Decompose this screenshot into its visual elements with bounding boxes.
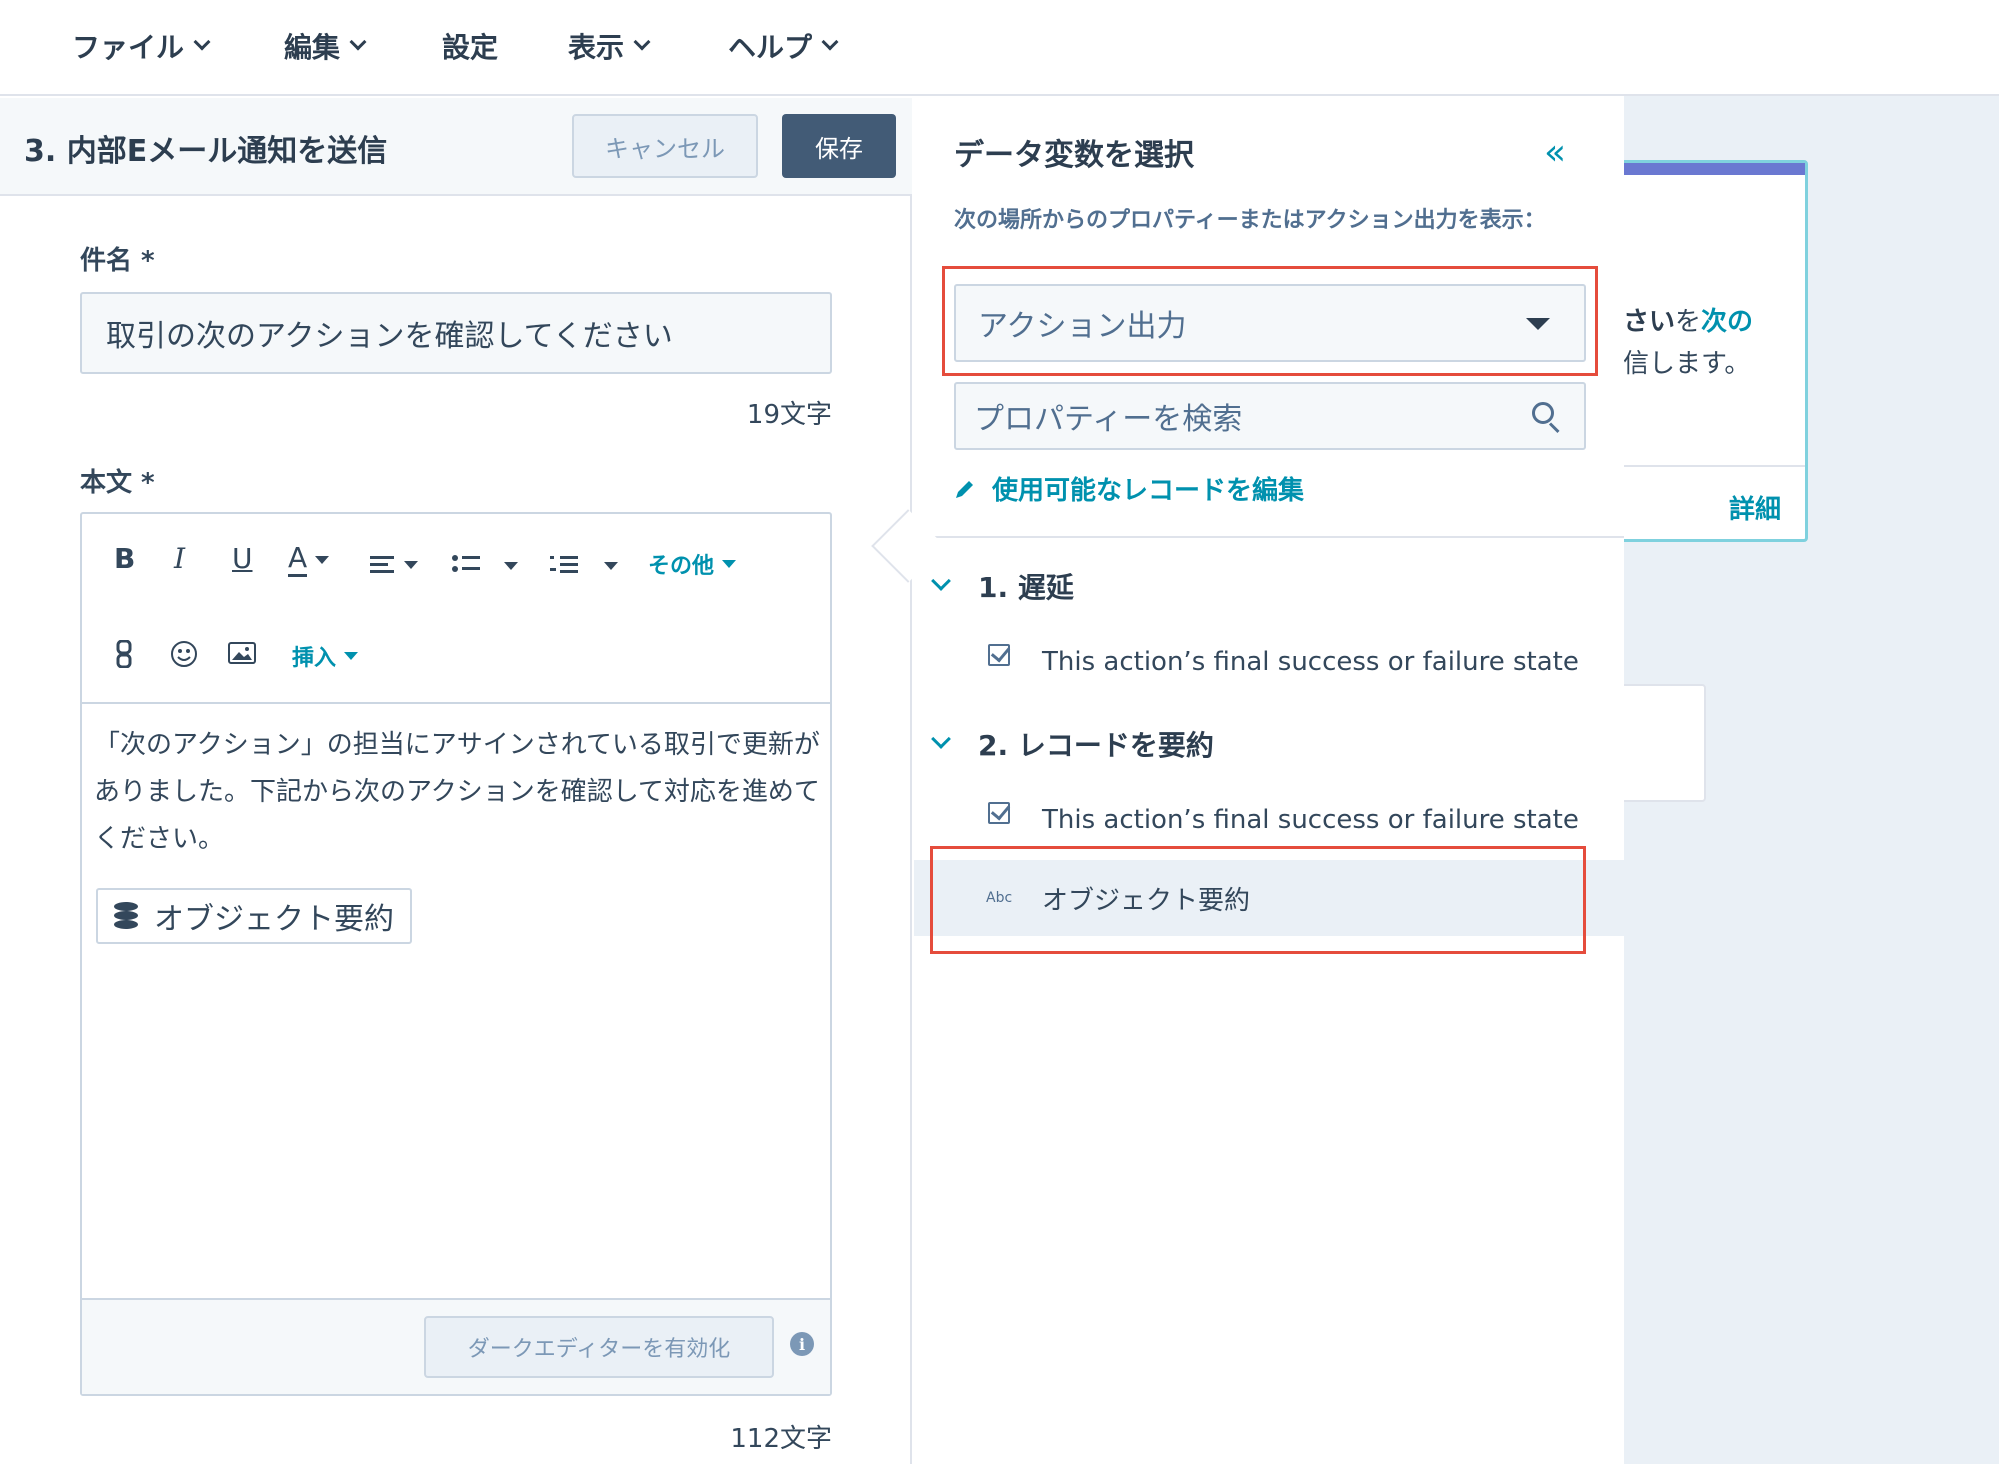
menu-help-label: ヘルプ (728, 31, 813, 64)
emoji-icon (171, 641, 197, 667)
card-detail-link[interactable]: 詳細 (1729, 489, 1781, 526)
card-text-bold: さい (1623, 307, 1676, 337)
menu-view[interactable]: 表示 (568, 26, 651, 66)
subject-input[interactable]: 取引の次のアクションを確認してください (80, 292, 832, 374)
card-text-link: 次の (1701, 307, 1754, 337)
menu-settings[interactable]: 設定 (442, 26, 498, 66)
property-label: This action’s final success or failure s… (1042, 647, 1579, 677)
caret-down-icon (344, 652, 359, 660)
italic-button[interactable]: I (174, 542, 185, 575)
group-title: 1. 遅延 (978, 571, 1074, 604)
group-header-summarize[interactable]: 2. レコードを要約 (931, 724, 1214, 764)
rich-text-editor: B I U A その他 挿入 「次のアクション」の担当にアサインされている取引で… (80, 512, 832, 1396)
menu-help[interactable]: ヘルプ (728, 26, 839, 66)
cancel-button[interactable]: キャンセル (572, 114, 758, 178)
image-button[interactable] (228, 642, 256, 666)
insert-button[interactable]: 挿入 (292, 640, 359, 672)
caret-down-icon (315, 555, 330, 564)
body-char-count: 112文字 (730, 1424, 832, 1454)
property-label: This action’s final success or failure s… (1042, 805, 1579, 835)
numbered-list-icon (550, 556, 578, 573)
caret-down-icon (604, 562, 618, 570)
search-icon (1532, 402, 1562, 434)
bullet-list-button[interactable] (452, 554, 482, 576)
body-label: 本文 * (80, 468, 155, 498)
insert-label: 挿入 (292, 646, 337, 671)
chevron-down-icon (821, 33, 839, 51)
more-options-button[interactable]: その他 (648, 548, 737, 580)
chevron-down-icon (931, 571, 951, 591)
editor-toolbar: B I U A その他 挿入 (82, 514, 830, 704)
edit-available-records-link[interactable]: 使用可能なレコードを編集 (954, 470, 1304, 507)
underline-label: U (232, 542, 253, 575)
chevron-down-icon (931, 729, 951, 749)
property-search-input[interactable]: プロパティーを検索 (954, 382, 1586, 450)
menu-edit-label: 編集 (284, 31, 341, 64)
align-button[interactable] (370, 554, 418, 576)
highlight-box-property (930, 846, 1586, 954)
caret-down-icon (504, 562, 518, 570)
menu-settings-label: 設定 (442, 31, 499, 64)
group-title: 2. レコードを要約 (978, 729, 1214, 762)
checkbox-icon (988, 802, 1010, 824)
font-color-button[interactable]: A (288, 542, 330, 577)
edit-records-label: 使用可能なレコードを編集 (992, 476, 1305, 506)
underline-button[interactable]: U (232, 542, 253, 575)
caret-down-icon (722, 560, 737, 568)
more-options-label: その他 (648, 554, 715, 579)
numbered-list-dropdown[interactable] (596, 562, 618, 570)
chevron-down-icon (633, 33, 651, 51)
editor-header: 3. 内部Eメール通知を送信 キャンセル 保存 (0, 98, 912, 196)
save-button[interactable]: 保存 (782, 114, 896, 178)
menu-view-label: 表示 (568, 31, 625, 64)
token-label: オブジェクト要約 (154, 902, 394, 937)
numbered-list-button[interactable] (550, 554, 580, 578)
group-header-delay[interactable]: 1. 遅延 (931, 566, 1074, 606)
info-icon[interactable]: i (790, 1332, 814, 1356)
link-button[interactable] (116, 640, 132, 668)
highlight-box-dropdown (942, 266, 1598, 376)
card-text-line-2: 信します。 (1623, 349, 1751, 379)
action-title: 3. 内部Eメール通知を送信 (24, 134, 388, 169)
dark-editor-button[interactable]: ダークエディターを有効化 (424, 1316, 774, 1378)
caret-down-icon (404, 561, 418, 569)
search-placeholder: プロパティーを検索 (974, 402, 1243, 437)
panel-title: データ変数を選択 (954, 138, 1194, 173)
card-text-line-1: さいを次の (1623, 301, 1753, 338)
panel-divider (914, 536, 1624, 538)
subject-char-count: 19文字 (746, 400, 832, 430)
action-editor-panel: 3. 内部Eメール通知を送信 キャンセル 保存 件名 * 取引の次のアクションを… (0, 98, 912, 1464)
pencil-icon (956, 480, 973, 498)
emoji-button[interactable] (170, 640, 198, 668)
property-item[interactable]: This action’s final success or failure s… (914, 624, 1624, 700)
bold-button[interactable]: B (114, 542, 135, 575)
image-icon (228, 642, 256, 664)
bullet-list-icon (452, 555, 480, 572)
align-left-icon (370, 556, 394, 573)
menu-file-label: ファイル (72, 31, 185, 64)
menu-file[interactable]: ファイル (72, 26, 211, 66)
editor-footer: ダークエディターを有効化 i (82, 1298, 830, 1394)
collapse-icon[interactable]: « (1544, 132, 1566, 173)
bullet-list-dropdown[interactable] (496, 562, 518, 570)
source-label: 次の場所からのプロパティーまたはアクション出力を表示： (954, 208, 1546, 233)
menu-edit[interactable]: 編集 (284, 26, 367, 66)
email-body-text[interactable]: 「次のアクション」の担当にアサインされている取引で更新がありました。下記から次の… (94, 722, 824, 863)
card-text-normal: を (1675, 307, 1702, 337)
subject-label: 件名 * (80, 246, 155, 276)
link-icon (116, 640, 132, 668)
bold-label: B (114, 542, 136, 575)
chevron-down-icon (349, 33, 367, 51)
object-summary-token[interactable]: オブジェクト要約 (96, 888, 412, 944)
italic-label: I (174, 542, 186, 575)
font-color-label: A (288, 542, 308, 577)
database-icon (114, 902, 138, 930)
checkbox-icon (988, 644, 1010, 666)
chevron-down-icon (193, 33, 211, 51)
data-variable-panel: データ変数を選択 « 次の場所からのプロパティーまたはアクション出力を表示： ア… (914, 96, 1624, 1464)
top-menu-bar: ファイル 編集 設定 表示 ヘルプ (0, 0, 1999, 96)
